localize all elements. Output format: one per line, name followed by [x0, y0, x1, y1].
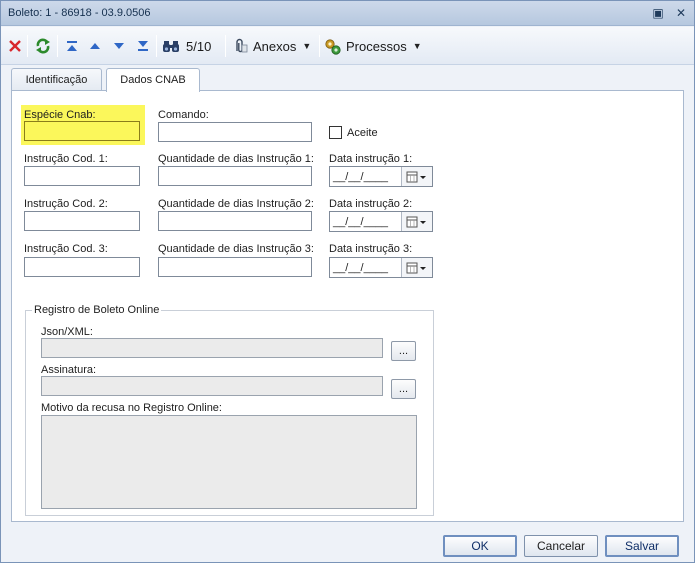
window-title: Boleto: 1 - 86918 - 03.9.0506	[8, 7, 151, 19]
instruction-date-3-label: Data instrução 3:	[329, 243, 413, 255]
instruction-date-1-value[interactable]: __/__/____	[330, 167, 402, 186]
refresh-icon	[36, 38, 50, 54]
toolbar: 5/10 Anexos ▼ Processos ▼	[1, 27, 694, 65]
refusal-reason-label: Motivo da recusa no Registro Online:	[41, 402, 222, 414]
attachments-label: Anexos	[253, 38, 297, 54]
instruction-days-1-field[interactable]	[158, 166, 312, 186]
title-bar[interactable]: Boleto: 1 - 86918 - 03.9.0506 ▣ ✕	[1, 1, 694, 26]
ok-button[interactable]: OK	[443, 535, 517, 557]
instruction-date-2-picker[interactable]: __/__/____	[329, 211, 433, 232]
json-xml-label: Json/XML:	[41, 326, 93, 338]
instruction-date-3-picker[interactable]: __/__/____	[329, 257, 433, 278]
tab-dados-cnab[interactable]: Dados CNAB	[106, 68, 200, 92]
json-xml-field	[41, 338, 383, 358]
delete-button[interactable]	[6, 36, 24, 56]
especie-cnab-label: Espécie Cnab:	[24, 109, 96, 121]
instruction-date-2-label: Data instrução 2:	[329, 198, 413, 210]
especie-cnab-field[interactable]	[24, 121, 140, 141]
online-registry-group: Registro de Boleto Online Json/XML: ... …	[25, 304, 434, 516]
instruction-code-3-label: Instrução Cod. 3:	[24, 243, 108, 255]
instruction-days-3-field[interactable]	[158, 257, 312, 277]
next-record-icon	[114, 43, 124, 49]
toolbar-separator	[27, 35, 28, 57]
signature-field	[41, 376, 383, 396]
find-record-button[interactable]: 5/10	[162, 36, 218, 56]
close-icon[interactable]: ✕	[674, 6, 688, 20]
record-counter: 5/10	[186, 38, 212, 54]
instruction-days-3-label: Quantidade de dias Instrução 3:	[158, 243, 314, 255]
calendar-dropdown-button[interactable]	[402, 258, 432, 277]
toolbar-separator	[319, 35, 320, 57]
toolbar-separator	[156, 35, 157, 57]
refresh-button[interactable]	[33, 36, 53, 56]
signature-label: Assinatura:	[41, 364, 97, 376]
boleto-window: Boleto: 1 - 86918 - 03.9.0506 ▣ ✕ 5/10 A…	[0, 0, 695, 563]
calendar-dropdown-button[interactable]	[402, 167, 432, 186]
previous-record-icon	[90, 43, 100, 49]
toolbar-separator	[225, 35, 226, 57]
comando-label: Comando:	[158, 109, 209, 121]
instruction-date-1-picker[interactable]: __/__/____	[329, 166, 433, 187]
instruction-code-2-field[interactable]	[24, 211, 140, 231]
aceite-checkbox[interactable]	[329, 126, 342, 139]
delete-icon	[9, 40, 21, 52]
binoculars-icon	[163, 41, 179, 52]
refusal-reason-textarea	[41, 415, 417, 509]
previous-record-button[interactable]	[86, 36, 104, 56]
instruction-code-1-label: Instrução Cod. 1:	[24, 153, 108, 165]
first-record-button[interactable]	[63, 36, 81, 56]
online-registry-title: Registro de Boleto Online	[32, 304, 162, 316]
toolbar-separator	[57, 35, 58, 57]
next-record-button[interactable]	[110, 36, 128, 56]
last-record-icon	[138, 41, 148, 51]
instruction-days-1-label: Quantidade de dias Instrução 1:	[158, 153, 314, 165]
save-button[interactable]: Salvar	[605, 535, 679, 557]
calendar-dropdown-button[interactable]	[402, 212, 432, 231]
cnab-data-panel: Espécie Cnab: Comando: Aceite Instrução …	[11, 90, 684, 522]
first-record-icon	[67, 41, 77, 51]
attachments-menu-button[interactable]: Anexos ▼	[232, 36, 316, 56]
aceite-label: Aceite	[347, 127, 378, 139]
tab-identificacao[interactable]: Identificação	[11, 68, 102, 91]
last-record-button[interactable]	[134, 36, 152, 56]
gears-icon	[325, 38, 341, 55]
chevron-down-icon: ▼	[302, 41, 312, 51]
chevron-down-icon: ▼	[412, 41, 422, 51]
instruction-days-2-label: Quantidade de dias Instrução 2:	[158, 198, 314, 210]
instruction-days-2-field[interactable]	[158, 211, 312, 231]
processes-menu-button[interactable]: Processos ▼	[324, 36, 424, 56]
calendar-icon	[406, 171, 426, 182]
instruction-date-3-value[interactable]: __/__/____	[330, 258, 402, 277]
instruction-code-2-label: Instrução Cod. 2:	[24, 198, 108, 210]
instruction-date-1-label: Data instrução 1:	[329, 153, 413, 165]
comando-field[interactable]	[158, 122, 312, 142]
calendar-icon	[406, 216, 426, 227]
instruction-code-1-field[interactable]	[24, 166, 140, 186]
cancel-button[interactable]: Cancelar	[524, 535, 598, 557]
processes-label: Processos	[346, 38, 407, 54]
restore-icon[interactable]: ▣	[651, 6, 665, 20]
instruction-code-3-field[interactable]	[24, 257, 140, 277]
paperclip-icon	[236, 38, 248, 53]
signature-browse-button[interactable]: ...	[391, 379, 416, 399]
json-xml-browse-button[interactable]: ...	[391, 341, 416, 361]
calendar-icon	[406, 262, 426, 273]
instruction-date-2-value[interactable]: __/__/____	[330, 212, 402, 231]
